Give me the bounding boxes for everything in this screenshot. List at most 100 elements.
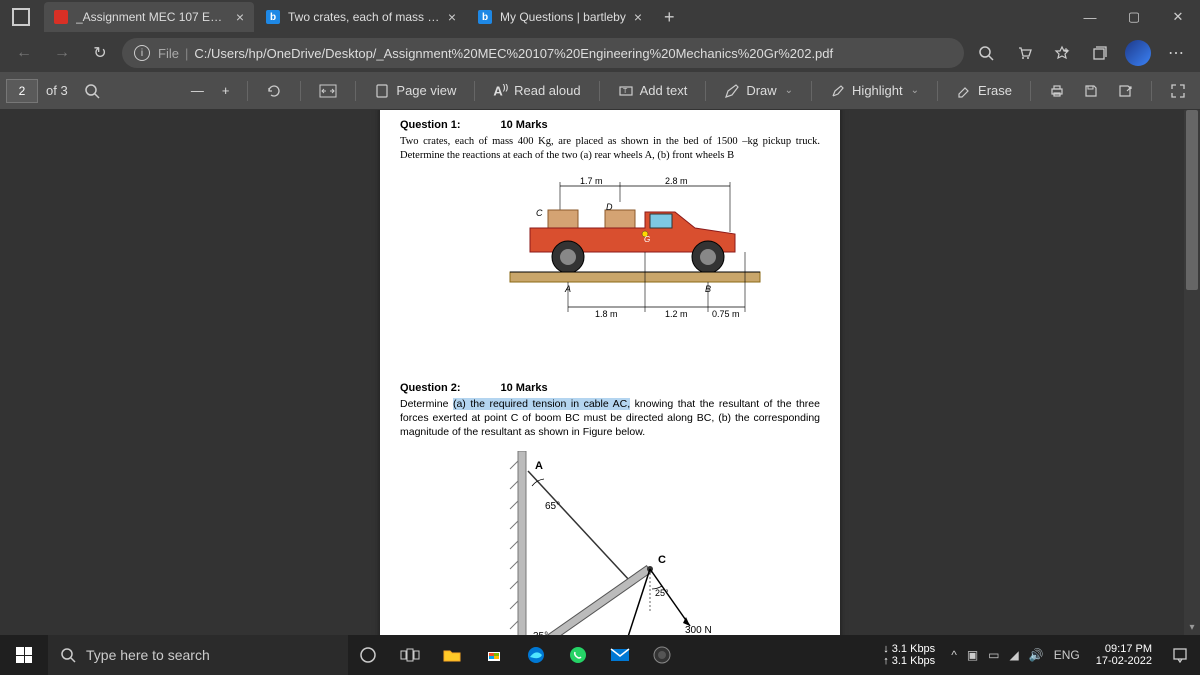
erase-button[interactable]: Erase <box>948 76 1020 106</box>
menu-button[interactable]: ⋯ <box>1160 37 1192 69</box>
camera-icon[interactable]: ▣ <box>967 648 978 662</box>
profile-avatar[interactable] <box>1122 37 1154 69</box>
info-icon[interactable]: i <box>134 45 150 61</box>
maximize-button[interactable]: ▢ <box>1112 0 1156 34</box>
scrollbar[interactable]: ▴ ▾ <box>1184 110 1200 635</box>
taskview-icon[interactable] <box>390 635 430 675</box>
svg-text:G: G <box>644 235 650 244</box>
page-total: of 3 <box>46 83 68 98</box>
highlighted-text: (a) the required tension in cable AC, <box>453 398 630 410</box>
shopping-icon[interactable] <box>1008 37 1040 69</box>
boom-diagram: A B C 65° 35° 25° 200 N 300 N <box>500 451 720 635</box>
svg-text:A: A <box>564 284 571 294</box>
bartleby-favicon-icon: b <box>266 10 280 24</box>
page-view-button[interactable]: Page view <box>366 76 464 106</box>
close-icon[interactable]: × <box>236 9 244 25</box>
url-prefix: File <box>158 46 179 61</box>
q2-marks: 10 Marks <box>501 382 548 394</box>
q2-heading: Question 2: <box>400 382 461 394</box>
page-view-label: Page view <box>396 83 456 98</box>
scrollbar-thumb[interactable] <box>1186 110 1198 290</box>
chevron-down-icon: ⌄ <box>785 85 793 96</box>
rotate-button[interactable] <box>258 76 290 106</box>
windows-logo-icon <box>16 647 32 663</box>
tab-overview-icon[interactable] <box>12 8 30 26</box>
print-button[interactable] <box>1041 76 1073 106</box>
svg-text:1.2 m: 1.2 m <box>665 309 688 319</box>
page-number-input[interactable] <box>6 79 38 103</box>
save-as-button[interactable] <box>1109 76 1141 106</box>
tab-label: My Questions | bartleby <box>500 10 626 24</box>
tab-label: _Assignment MEC 107 Engineerin <box>76 10 228 24</box>
fullscreen-button[interactable] <box>1162 76 1194 106</box>
url-input[interactable]: i File | C:/Users/hp/OneDrive/Desktop/_A… <box>122 38 964 68</box>
tab-3[interactable]: b My Questions | bartleby × <box>468 2 652 32</box>
store-icon[interactable] <box>474 635 514 675</box>
scroll-down-icon[interactable]: ▾ <box>1184 619 1200 635</box>
add-text-label: Add text <box>640 83 688 98</box>
cortana-icon[interactable] <box>348 635 388 675</box>
system-tray[interactable]: ^ ▣ ▭ ◢ 🔊 ENG <box>943 648 1088 662</box>
close-window-button[interactable]: ✕ <box>1156 0 1200 34</box>
zoom-in-button[interactable]: + <box>214 76 238 106</box>
taskbar-apps <box>348 635 682 675</box>
wifi-icon[interactable]: ◢ <box>1010 648 1019 662</box>
highlight-button[interactable]: Highlight ⌄ <box>822 76 927 106</box>
clock[interactable]: 09:17 PM 17-02-2022 <box>1088 643 1160 667</box>
tab-2[interactable]: b Two crates, each of mass 400 Kg × <box>256 2 466 32</box>
mail-icon[interactable] <box>600 635 640 675</box>
pdf-viewport[interactable]: Question 1: 10 Marks Two crates, each of… <box>0 110 1200 635</box>
draw-button[interactable]: Draw ⌄ <box>716 76 801 106</box>
close-icon[interactable]: × <box>448 9 456 25</box>
whatsapp-icon[interactable] <box>558 635 598 675</box>
search-placeholder: Type here to search <box>86 647 210 663</box>
zoom-out-button[interactable]: — <box>183 76 212 106</box>
close-icon[interactable]: × <box>634 9 642 25</box>
notifications-icon[interactable] <box>1160 647 1200 663</box>
taskbar-search[interactable]: Type here to search <box>48 635 348 675</box>
tray-chevron-icon[interactable]: ^ <box>951 648 957 662</box>
add-text-button[interactable]: T Add text <box>610 76 696 106</box>
search-icon[interactable] <box>970 37 1002 69</box>
svg-text:65°: 65° <box>545 501 560 512</box>
erase-label: Erase <box>978 83 1012 98</box>
battery-icon[interactable]: ▭ <box>988 648 999 662</box>
bartleby-favicon-icon: b <box>478 10 492 24</box>
svg-text:C: C <box>658 554 666 566</box>
svg-text:A: A <box>535 460 543 472</box>
save-button[interactable] <box>1075 76 1107 106</box>
svg-text:1.7 m: 1.7 m <box>580 176 603 186</box>
svg-text:T: T <box>623 88 628 95</box>
read-aloud-label: Read aloud <box>514 83 581 98</box>
volume-icon[interactable]: 🔊 <box>1029 648 1044 662</box>
svg-text:300 N: 300 N <box>685 625 712 635</box>
back-button[interactable]: ← <box>8 37 40 69</box>
forward-button[interactable]: → <box>46 37 78 69</box>
browser-titlebar: _Assignment MEC 107 Engineerin × b Two c… <box>0 0 1200 34</box>
q1-text: Two crates, each of mass 400 Kg, are pla… <box>400 135 820 162</box>
collections-icon[interactable] <box>1084 37 1116 69</box>
tab-1[interactable]: _Assignment MEC 107 Engineerin × <box>44 2 254 32</box>
highlight-label: Highlight <box>852 83 903 98</box>
svg-text:C: C <box>536 208 543 218</box>
fit-page-button[interactable] <box>311 76 345 106</box>
favorites-icon[interactable] <box>1046 37 1078 69</box>
find-button[interactable] <box>76 76 108 106</box>
pdf-toolbar: of 3 — + Page view A)) Read aloud T Add … <box>0 72 1200 110</box>
refresh-button[interactable]: ↻ <box>84 37 116 69</box>
url-path: C:/Users/hp/OneDrive/Desktop/_Assignment… <box>194 46 833 61</box>
svg-text:1.8 m: 1.8 m <box>595 309 618 319</box>
app-icon[interactable] <box>642 635 682 675</box>
svg-text:25°: 25° <box>655 588 669 598</box>
minimize-button[interactable]: — <box>1068 0 1112 34</box>
edge-icon[interactable] <box>516 635 556 675</box>
language-indicator[interactable]: ENG <box>1054 648 1080 662</box>
explorer-icon[interactable] <box>432 635 472 675</box>
start-button[interactable] <box>0 635 48 675</box>
address-bar: ← → ↻ i File | C:/Users/hp/OneDrive/Desk… <box>0 34 1200 72</box>
svg-text:2.8 m: 2.8 m <box>665 176 688 186</box>
read-aloud-button[interactable]: A)) Read aloud <box>485 76 588 106</box>
pdf-favicon-icon <box>54 10 68 24</box>
network-speed: ↓ 3.1 Kbps ↑ 3.1 Kbps <box>875 643 943 667</box>
new-tab-button[interactable]: + <box>654 7 685 28</box>
